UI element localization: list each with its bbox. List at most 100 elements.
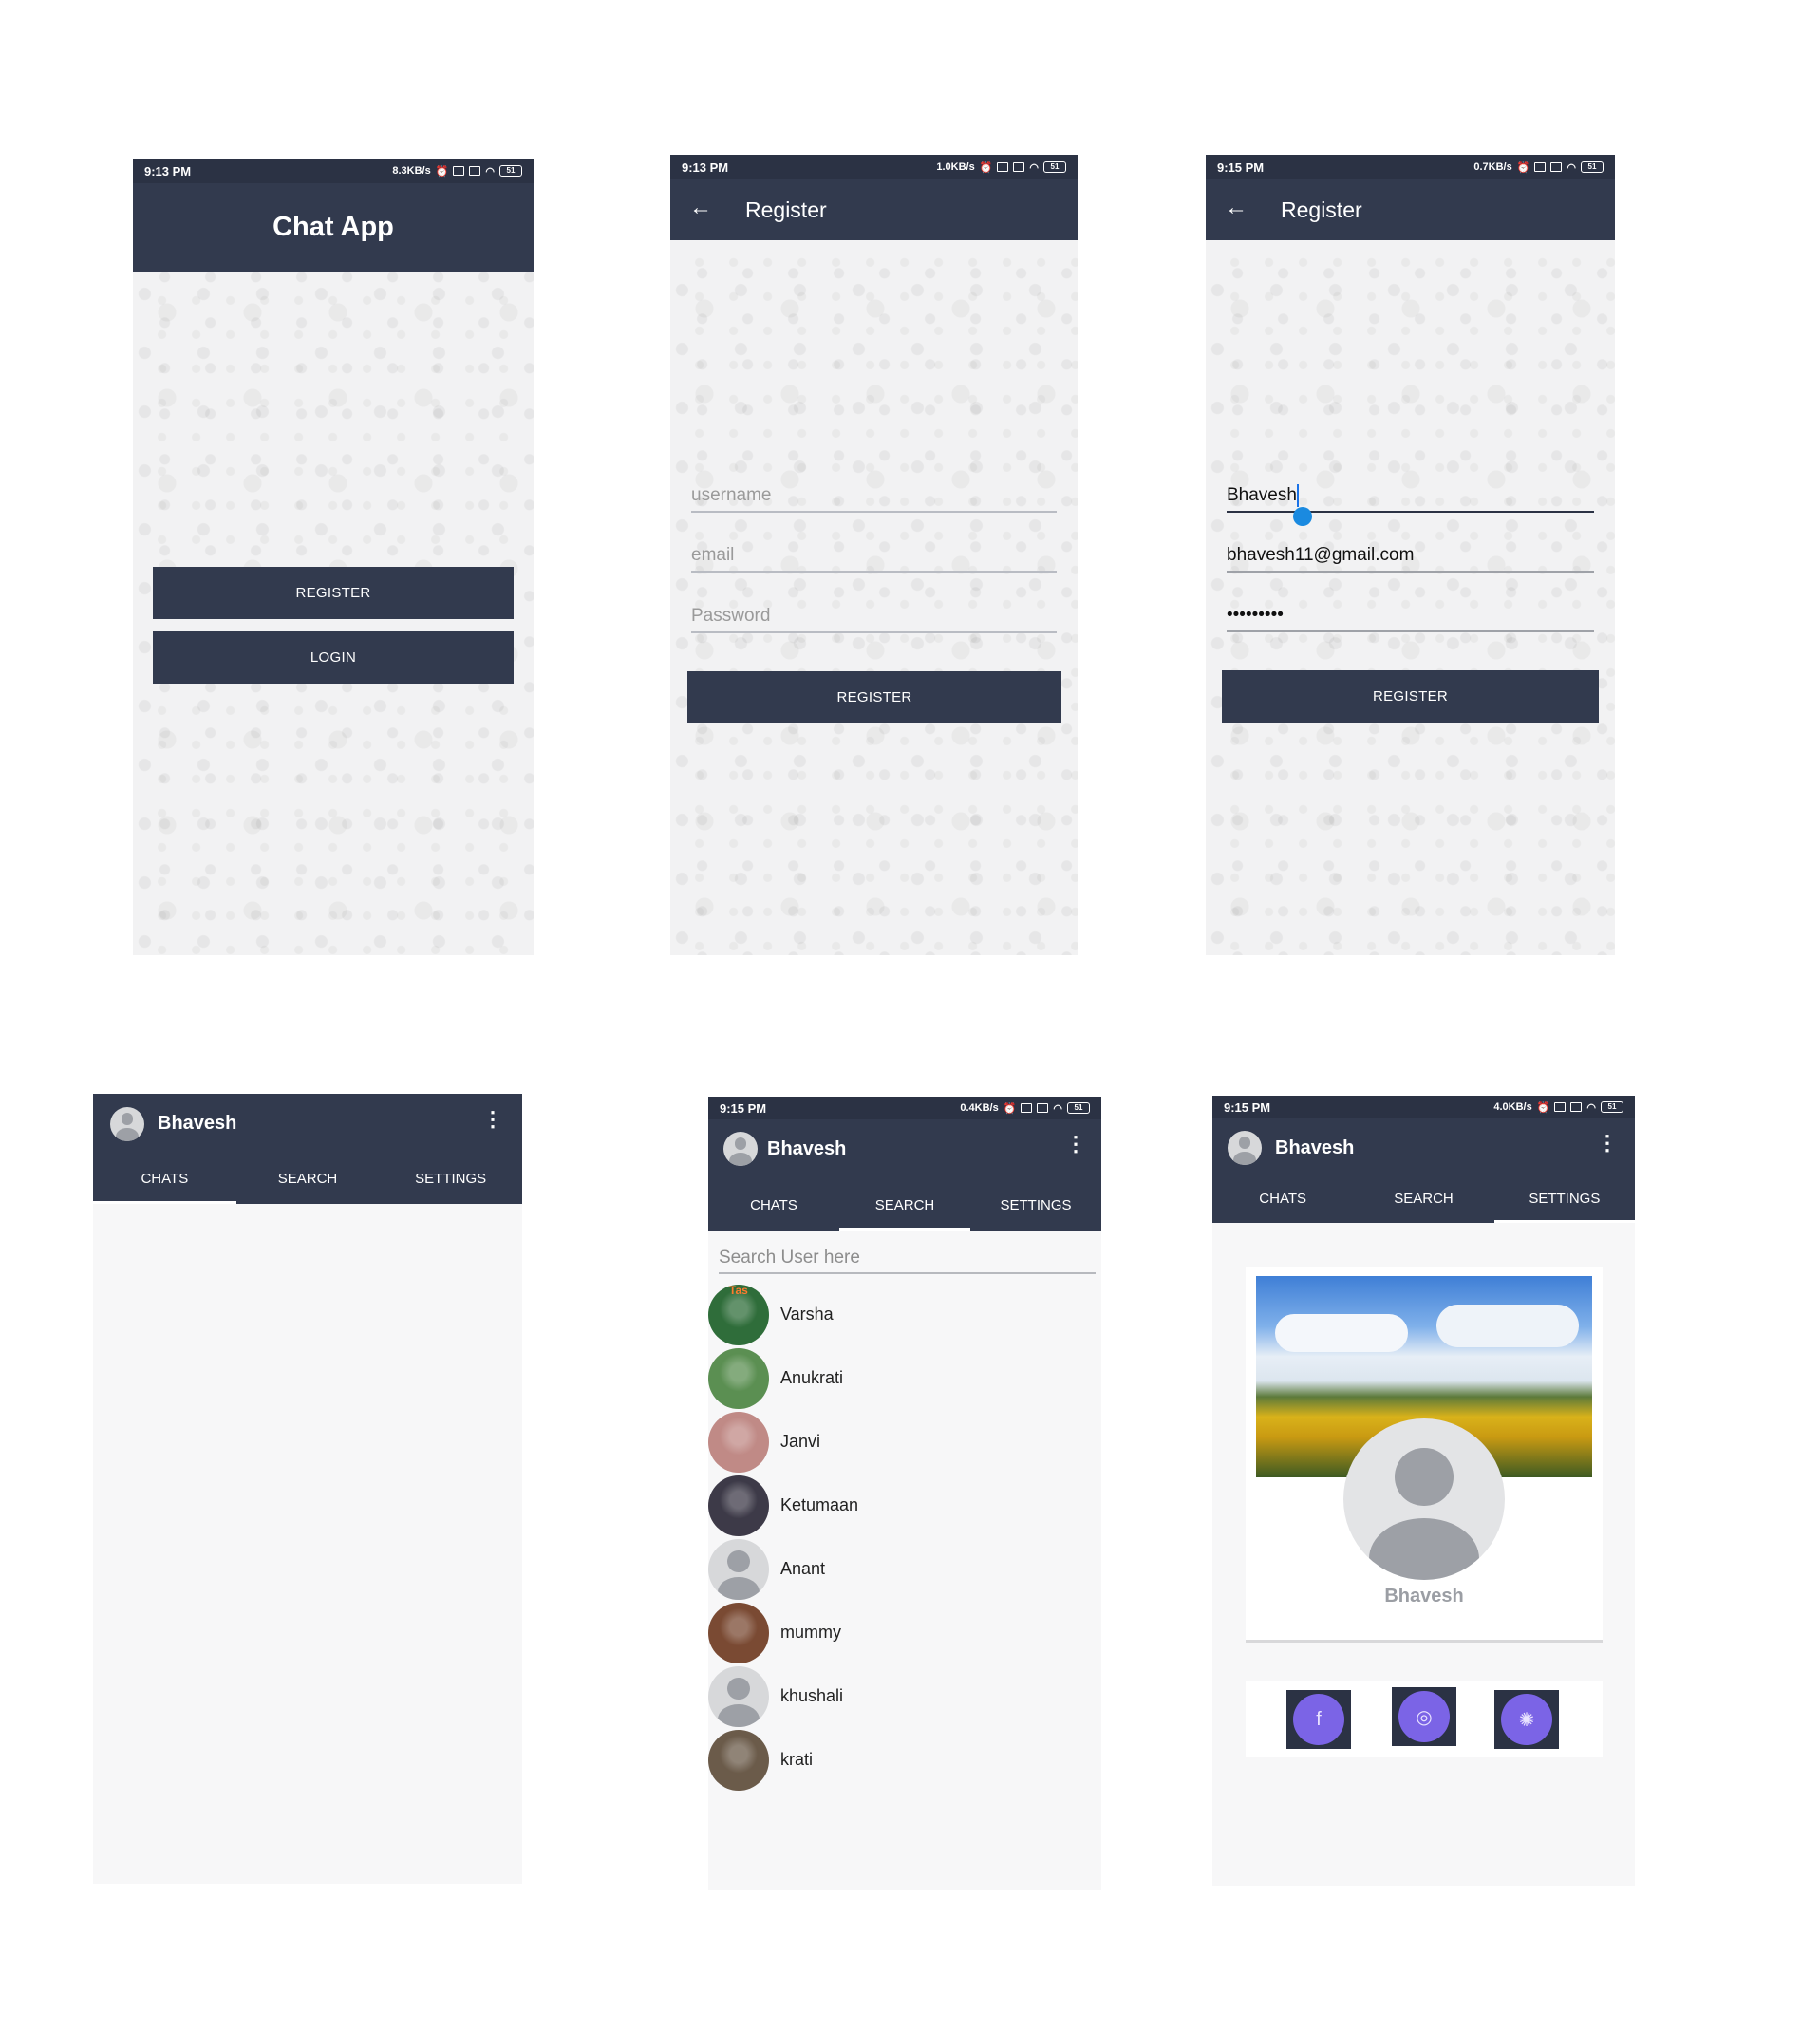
status-time: 9:13 PM <box>682 160 729 175</box>
battery-icon: 51 <box>1581 161 1604 173</box>
user-list-item[interactable]: khushali <box>708 1666 1101 1730</box>
signal-icon <box>1534 162 1547 172</box>
signal-icon <box>453 166 465 176</box>
app-bar: Bhavesh ⋮ CHATS SEARCH SETTINGS <box>708 1119 1101 1231</box>
register-button[interactable]: REGISTER <box>153 567 514 619</box>
cloud-2 <box>1436 1305 1579 1347</box>
user-name: khushali <box>780 1686 844 1705</box>
profile-avatar[interactable] <box>1228 1131 1262 1165</box>
profile-card: Bhavesh <box>1246 1267 1603 1643</box>
user-name: Ketumaan <box>780 1495 859 1514</box>
username-field[interactable]: username <box>691 482 1057 513</box>
tab-settings[interactable]: SETTINGS <box>1493 1179 1635 1223</box>
status-time: 9:15 PM <box>1217 160 1265 175</box>
network-speed: 8.3KB/s <box>392 165 431 177</box>
tab-bar: CHATS SEARCH SETTINGS <box>1212 1179 1635 1223</box>
facebook-button[interactable]: f <box>1286 1690 1351 1749</box>
user-avatar <box>708 1539 769 1600</box>
network-speed: 0.4KB/s <box>960 1102 999 1114</box>
status-time: 9:13 PM <box>144 163 192 178</box>
user-list-item[interactable]: mummy <box>708 1603 1101 1666</box>
user-name: Bhavesh <box>1275 1137 1355 1158</box>
user-avatar <box>708 1475 769 1536</box>
user-name: Bhavesh <box>767 1138 847 1159</box>
app-bar: Bhavesh ⋮ CHATS SEARCH SETTINGS <box>1212 1118 1635 1223</box>
alarm-icon: ⏰ <box>1003 1102 1017 1115</box>
email-field[interactable]: email <box>691 542 1057 573</box>
search-input[interactable]: Search User here <box>719 1244 1096 1274</box>
user-name: Anukrati <box>780 1368 844 1387</box>
back-arrow-icon[interactable]: ← <box>1225 195 1248 221</box>
user-name: Anant <box>780 1559 826 1578</box>
user-list-item[interactable]: Anant <box>708 1539 1101 1603</box>
user-name: Janvi <box>780 1432 821 1451</box>
user-list-item[interactable]: krati <box>708 1730 1101 1794</box>
profile-picture[interactable] <box>1343 1418 1505 1580</box>
status-bar: 9:15 PM 0.4KB/s ⏰ ◠ 51 <box>708 1097 1101 1119</box>
user-list-item[interactable]: Ketumaan <box>708 1475 1101 1539</box>
tab-search[interactable]: SEARCH <box>1353 1179 1493 1223</box>
wifi-icon: ◠ <box>485 165 495 178</box>
username-value: Bhavesh <box>1227 485 1297 505</box>
back-arrow-icon[interactable]: ← <box>689 195 712 221</box>
profile-avatar[interactable] <box>723 1132 758 1166</box>
more-options-icon[interactable]: ⋮ <box>1065 1132 1086 1156</box>
page-title: Register <box>745 197 827 222</box>
profile-avatar[interactable] <box>110 1107 144 1141</box>
user-avatar: Tas <box>708 1285 769 1345</box>
more-options-icon[interactable]: ⋮ <box>1597 1131 1618 1155</box>
wifi-icon: ◠ <box>1053 1102 1062 1115</box>
instagram-icon: ◎ <box>1398 1691 1450 1742</box>
screen-settings: 9:15 PM 4.0KB/s ⏰ ◠ 51 Bhavesh ⋮ CHATS S… <box>1212 1096 1635 1886</box>
tab-chats[interactable]: CHATS <box>1212 1179 1353 1223</box>
username-field[interactable]: Bhavesh <box>1227 482 1594 513</box>
password-field[interactable]: Password <box>691 603 1057 633</box>
tab-settings[interactable]: SETTINGS <box>970 1185 1101 1231</box>
password-field[interactable]: ••••••••• <box>1227 602 1594 632</box>
status-bar: 9:13 PM 8.3KB/s ⏰ ◠ 51 <box>133 159 534 183</box>
facebook-icon: f <box>1293 1694 1344 1745</box>
tab-settings[interactable]: SETTINGS <box>379 1158 522 1204</box>
register-button[interactable]: REGISTER <box>1222 670 1599 723</box>
cloud <box>1275 1314 1408 1352</box>
network-speed: 4.0KB/s <box>1493 1101 1532 1113</box>
tab-search[interactable]: SEARCH <box>236 1158 380 1204</box>
battery-icon: 51 <box>1067 1102 1090 1114</box>
email-field[interactable]: bhavesh11@gmail.com <box>1227 542 1594 573</box>
user-name: mummy <box>780 1623 841 1642</box>
battery-icon: 51 <box>1043 161 1066 173</box>
tab-chats[interactable]: CHATS <box>708 1185 839 1231</box>
network-speed: 1.0KB/s <box>936 161 975 173</box>
alarm-icon: ⏰ <box>1536 1101 1550 1114</box>
register-button[interactable]: REGISTER <box>687 671 1061 723</box>
wifi-icon: ◠ <box>1567 161 1576 174</box>
signal-icon-2 <box>1570 1102 1583 1112</box>
signal-icon-2 <box>1550 162 1563 172</box>
page-title: Register <box>1281 197 1362 222</box>
app-bar: ← Register <box>1206 179 1615 240</box>
signal-icon-2 <box>1013 162 1025 172</box>
screen-search: 9:15 PM 0.4KB/s ⏰ ◠ 51 Bhavesh ⋮ CHATS S… <box>708 1097 1101 1890</box>
tab-chats[interactable]: CHATS <box>93 1158 236 1204</box>
signal-icon <box>1554 1102 1567 1112</box>
user-name: Varsha <box>780 1305 834 1324</box>
user-avatar <box>708 1666 769 1727</box>
user-avatar <box>708 1412 769 1473</box>
tab-search[interactable]: SEARCH <box>839 1185 970 1231</box>
tab-bar: CHATS SEARCH SETTINGS <box>708 1185 1101 1231</box>
cursor-handle[interactable] <box>1293 507 1312 526</box>
user-avatar <box>708 1348 769 1409</box>
user-list-item[interactable]: Janvi <box>708 1412 1101 1475</box>
app-bar: ← Register <box>670 179 1078 240</box>
user-list-item[interactable]: Tas Varsha <box>708 1285 1101 1348</box>
alarm-icon: ⏰ <box>1516 161 1530 174</box>
dribbble-button[interactable]: ✺ <box>1494 1690 1559 1749</box>
instagram-button[interactable]: ◎ <box>1392 1687 1456 1746</box>
more-options-icon[interactable]: ⋮ <box>482 1107 503 1132</box>
alarm-icon: ⏰ <box>979 161 993 174</box>
login-button[interactable]: LOGIN <box>153 631 514 684</box>
signal-icon-2 <box>469 166 481 176</box>
status-icons: 4.0KB/s ⏰ ◠ 51 <box>1493 1101 1623 1114</box>
status-icons: 0.4KB/s ⏰ ◠ 51 <box>960 1102 1090 1115</box>
user-list-item[interactable]: Anukrati <box>708 1348 1101 1412</box>
